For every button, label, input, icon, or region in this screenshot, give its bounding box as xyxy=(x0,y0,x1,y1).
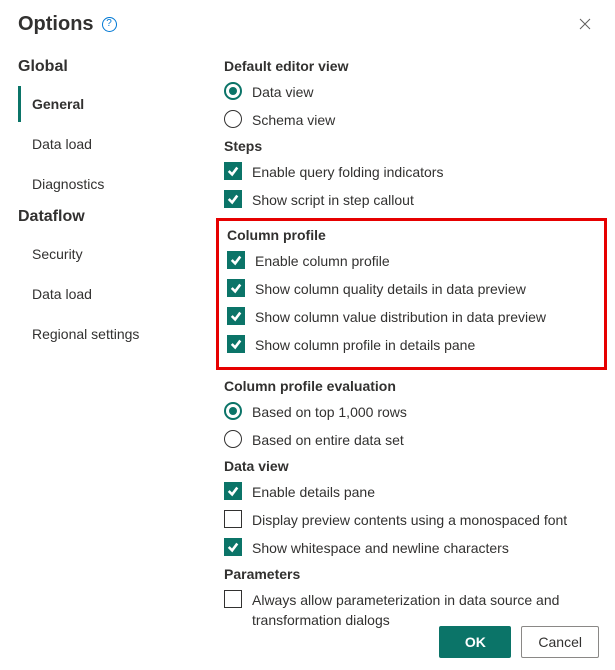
section-column-profile: Column profile xyxy=(227,227,596,243)
checkbox-icon xyxy=(227,335,245,353)
option-label: Always allow parameterization in data so… xyxy=(252,590,562,630)
option-label: Based on top 1,000 rows xyxy=(252,402,407,422)
option-label: Show whitespace and newline characters xyxy=(252,538,509,558)
checkbox-icon xyxy=(227,251,245,269)
option-label: Show column profile in details pane xyxy=(255,335,475,355)
checkbox-icon xyxy=(227,279,245,297)
radio-icon xyxy=(224,402,242,420)
ok-button[interactable]: OK xyxy=(439,626,511,658)
close-button[interactable] xyxy=(573,12,597,36)
option-label: Enable details pane xyxy=(252,482,375,502)
option-label: Enable column profile xyxy=(255,251,390,271)
checkbox-profile-details-pane[interactable]: Show column profile in details pane xyxy=(227,335,596,355)
option-label: Show script in step callout xyxy=(252,190,414,210)
checkbox-enable-details-pane[interactable]: Enable details pane xyxy=(224,482,607,502)
highlight-column-profile: Column profile Enable column profile Sho… xyxy=(216,218,607,370)
dialog-title: Options xyxy=(18,13,94,36)
radio-data-view[interactable]: Data view xyxy=(224,82,607,102)
option-label: Enable query folding indicators xyxy=(252,162,443,182)
section-data-view: Data view xyxy=(224,458,607,474)
option-label: Schema view xyxy=(252,110,335,130)
radio-icon xyxy=(224,430,242,448)
checkbox-icon xyxy=(224,590,242,608)
sidebar-item-general[interactable]: General xyxy=(18,86,198,122)
section-default-editor-view: Default editor view xyxy=(224,58,607,74)
section-column-profile-evaluation: Column profile evaluation xyxy=(224,378,607,394)
checkbox-enable-column-profile[interactable]: Enable column profile xyxy=(227,251,596,271)
radio-entire-dataset[interactable]: Based on entire data set xyxy=(224,430,607,450)
option-label: Show column quality details in data prev… xyxy=(255,279,526,299)
radio-icon xyxy=(224,110,242,128)
checkbox-monospaced-font[interactable]: Display preview contents using a monospa… xyxy=(224,510,607,530)
section-parameters: Parameters xyxy=(224,566,607,582)
checkbox-icon xyxy=(224,510,242,528)
option-label: Display preview contents using a monospa… xyxy=(252,510,567,530)
content-panel: Default editor view Data view Schema vie… xyxy=(198,44,607,638)
checkbox-icon xyxy=(227,307,245,325)
sidebar: Global General Data load Diagnostics Dat… xyxy=(18,44,198,638)
checkbox-icon xyxy=(224,162,242,180)
checkbox-icon xyxy=(224,190,242,208)
radio-schema-view[interactable]: Schema view xyxy=(224,110,607,130)
sidebar-item-data-load-dataflow[interactable]: Data load xyxy=(18,276,198,312)
sidebar-group-global: Global xyxy=(18,58,198,76)
help-icon[interactable]: ? xyxy=(102,17,117,32)
option-label: Data view xyxy=(252,82,313,102)
option-label: Based on entire data set xyxy=(252,430,404,450)
sidebar-item-diagnostics[interactable]: Diagnostics xyxy=(18,166,198,202)
radio-top-1000[interactable]: Based on top 1,000 rows xyxy=(224,402,607,422)
sidebar-item-data-load-global[interactable]: Data load xyxy=(18,126,198,162)
checkbox-whitespace-newline[interactable]: Show whitespace and newline characters xyxy=(224,538,607,558)
checkbox-value-distribution[interactable]: Show column value distribution in data p… xyxy=(227,307,596,327)
radio-icon xyxy=(224,82,242,100)
option-label: Show column value distribution in data p… xyxy=(255,307,546,327)
checkbox-column-quality[interactable]: Show column quality details in data prev… xyxy=(227,279,596,299)
sidebar-item-security[interactable]: Security xyxy=(18,236,198,272)
cancel-button[interactable]: Cancel xyxy=(521,626,599,658)
checkbox-icon xyxy=(224,538,242,556)
sidebar-group-dataflow: Dataflow xyxy=(18,208,198,226)
section-steps: Steps xyxy=(224,138,607,154)
checkbox-icon xyxy=(224,482,242,500)
checkbox-show-script[interactable]: Show script in step callout xyxy=(224,190,607,210)
checkbox-allow-parameterization[interactable]: Always allow parameterization in data so… xyxy=(224,590,607,630)
checkbox-query-folding[interactable]: Enable query folding indicators xyxy=(224,162,607,182)
sidebar-item-regional-settings[interactable]: Regional settings xyxy=(18,316,198,352)
close-icon xyxy=(579,18,591,30)
